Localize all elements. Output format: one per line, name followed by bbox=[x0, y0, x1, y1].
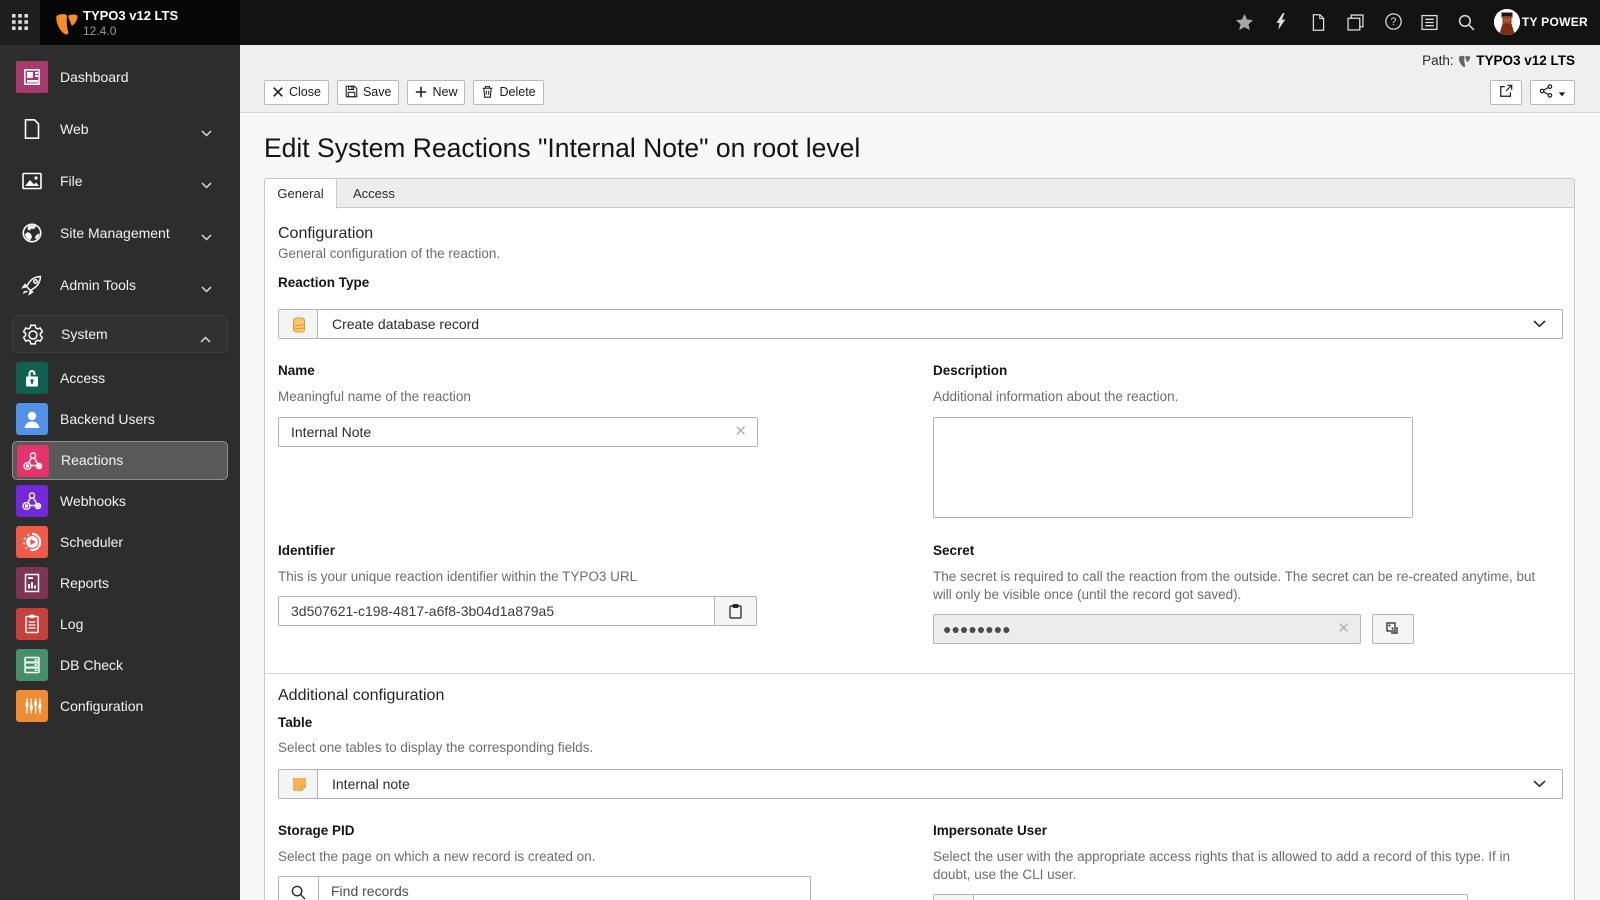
svg-text:?: ? bbox=[1391, 16, 1397, 28]
